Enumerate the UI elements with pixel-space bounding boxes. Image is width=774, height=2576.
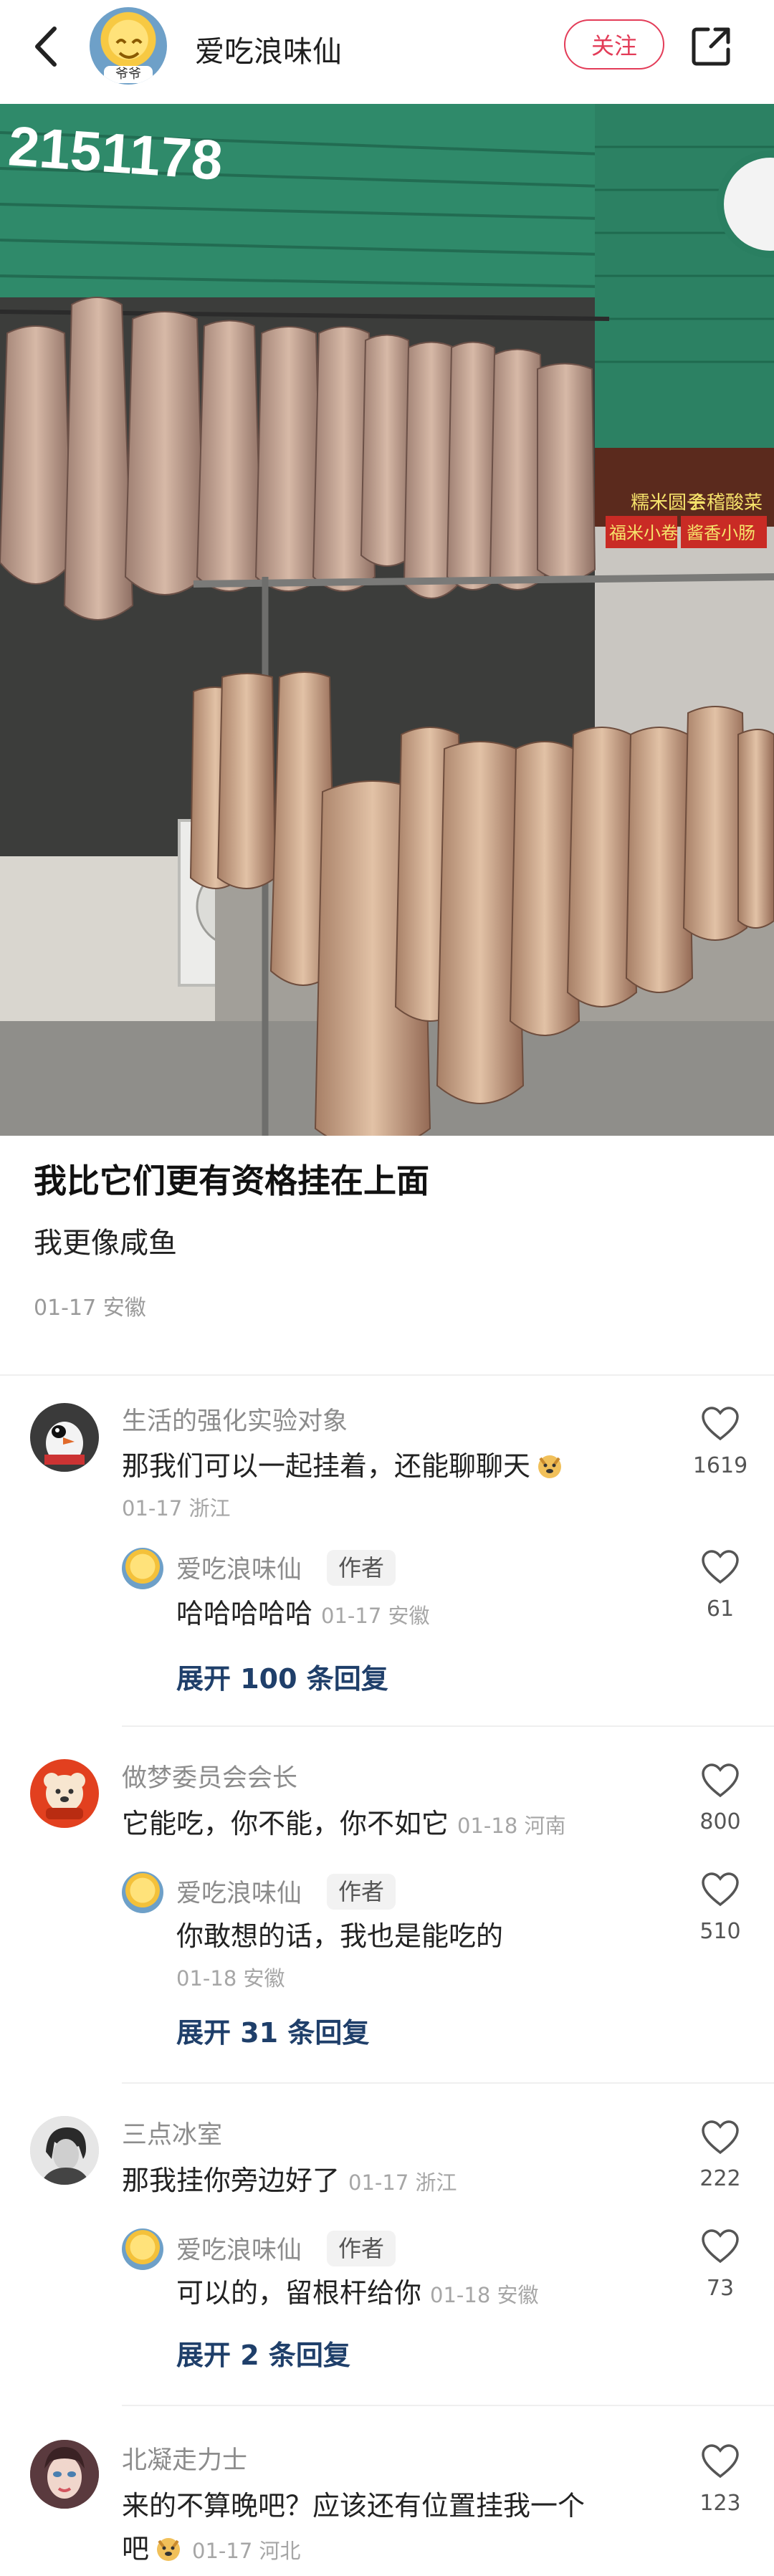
reply-avatar[interactable]: [122, 1548, 163, 1589]
reply-like-count: 73: [706, 2276, 735, 2301]
author-tag: 作者: [327, 1874, 396, 1910]
reply-like-button[interactable]: [701, 1549, 740, 1585]
portrait-avatar-icon: [30, 2440, 99, 2509]
like-count: 1619: [692, 1453, 748, 1478]
reply-like-count: 61: [706, 1596, 735, 1622]
reply-meta: 01-18 安徽: [176, 1966, 285, 1991]
reply-nickname[interactable]: 爱吃浪味仙: [176, 1549, 302, 1586]
author-name[interactable]: 爱吃浪味仙: [195, 27, 342, 70]
reply-text: 可以的，留根杆给你 01-18 安徽: [176, 2271, 539, 2317]
post-title: 我比它们更有资格挂在上面: [34, 1162, 429, 1200]
chevron-left-icon: [35, 27, 57, 67]
comment-meta: 01-18 河南: [457, 1814, 566, 1838]
comment-text-line1: 来的不算晚吧？应该还有位置挂我一个: [122, 2490, 586, 2522]
heart-icon: [702, 1550, 739, 1584]
comment-body: 那我挂你旁边好了: [122, 2165, 340, 2196]
like-button[interactable]: [701, 2120, 740, 2155]
reply-meta-line: 01-18 安徽: [168, 1955, 285, 2000]
heart-icon: [702, 1763, 739, 1798]
heart-icon: [702, 2444, 739, 2479]
reply-body: 可以的，留根杆给你: [176, 2277, 422, 2309]
comment-avatar[interactable]: [30, 1759, 99, 1828]
author-avatar[interactable]: 爷爷: [90, 7, 167, 85]
share-icon: [692, 27, 730, 66]
post-body: 我更像咸鱼: [34, 1227, 177, 1260]
comment-avatar[interactable]: [30, 2116, 99, 2185]
reply-body: 哈哈哈哈哈: [176, 1598, 313, 1629]
reply-meta: 01-18 安徽: [430, 2283, 539, 2307]
reply-avatar[interactable]: [122, 2228, 163, 2270]
comment-avatar[interactable]: [30, 1403, 99, 1472]
like-count: 800: [699, 1809, 741, 1834]
comment-nickname[interactable]: 做梦委员会会长: [122, 1758, 297, 1794]
divider: [0, 1374, 774, 1376]
doge-emoji-icon: [157, 2538, 181, 2561]
heart-icon: [702, 1872, 739, 1907]
hanging-fish-photo: 2151178 糯米圆子 会稽酸菜 福米小卷 酱香小肠: [0, 104, 774, 1136]
comment-divider: [122, 2405, 774, 2406]
bear-avatar-icon: [44, 1773, 85, 1819]
like-count: 222: [699, 2166, 741, 2191]
comment-divider: [122, 1725, 774, 1727]
comment-divider: [122, 2082, 774, 2084]
reply-meta: 01-17 安徽: [321, 1604, 430, 1628]
reply-like-button[interactable]: [701, 1872, 740, 1907]
comment-text: 它能吃，你不能，你不如它 01-18 河南: [122, 1802, 566, 1847]
reply-text: 哈哈哈哈哈 01-17 安徽: [176, 1592, 430, 1637]
like-button[interactable]: [701, 2443, 740, 2479]
back-button[interactable]: [27, 21, 70, 72]
comment-meta: 01-17 浙江: [348, 2170, 457, 2195]
share-button[interactable]: [689, 24, 734, 68]
heart-icon: [702, 2120, 739, 2155]
expand-replies-button[interactable]: 展开 31 条回复: [176, 2011, 369, 2050]
comment-text: 那我挂你旁边好了 01-17 浙江: [122, 2159, 457, 2204]
like-button[interactable]: [701, 1406, 740, 1442]
author-tag: 作者: [327, 1550, 396, 1586]
post-meta: 01-17 安徽: [34, 1296, 146, 1321]
doge-emoji-icon: [538, 1455, 562, 1478]
comment-body: 那我们可以一起挂着，还能聊聊天: [122, 1450, 531, 1482]
top-bar: 爷爷 爱吃浪味仙 关注: [0, 0, 774, 97]
heart-icon: [702, 1407, 739, 1441]
comment-text: 那我们可以一起挂着，还能聊聊天: [122, 1445, 565, 1488]
heart-icon: [702, 2229, 739, 2264]
shop-sign-2: 会稽酸菜: [688, 492, 763, 514]
reply-nickname[interactable]: 爱吃浪味仙: [176, 2230, 302, 2266]
expand-replies-button[interactable]: 展开 2 条回复: [176, 2333, 350, 2372]
comment-text-line2: 吧 01-17 河北: [122, 2527, 301, 2572]
penguin-avatar-icon: [44, 1422, 85, 1465]
like-button[interactable]: [701, 1763, 740, 1799]
reply-nickname[interactable]: 爱吃浪味仙: [176, 1873, 302, 1910]
comment-meta: 01-17 浙江: [122, 1496, 231, 1521]
comment-body: 它能吃，你不能，你不如它: [122, 1808, 449, 1839]
avatar-tag: 爷爷: [104, 66, 153, 83]
follow-button[interactable]: 关注: [564, 19, 664, 70]
author-tag: 作者: [327, 2231, 396, 2266]
reply-like-button[interactable]: [701, 2228, 740, 2264]
shop-sign-4: 酱香小肠: [687, 523, 755, 543]
comment-avatar[interactable]: [30, 2440, 99, 2509]
comment-body-end: 吧: [122, 2533, 150, 2565]
like-count: 123: [699, 2491, 741, 2516]
comment-nickname[interactable]: 北凝走力士: [122, 2440, 247, 2476]
reply-avatar[interactable]: [122, 1872, 163, 1913]
comment-meta: 01-17 河北: [192, 2539, 301, 2563]
reply-like-count: 510: [699, 1919, 741, 1944]
comment-nickname[interactable]: 生活的强化实验对象: [122, 1401, 348, 1437]
expand-replies-button[interactable]: 展开 100 条回复: [176, 1657, 388, 1696]
reply-text: 你敢想的话，我也是能吃的: [176, 1920, 504, 1952]
post-photo[interactable]: 2151178 糯米圆子 会稽酸菜 福米小卷 酱香小肠: [0, 104, 774, 1136]
person-avatar-icon: [30, 2116, 99, 2185]
shop-sign-3: 福米小卷: [609, 523, 678, 543]
comment-nickname[interactable]: 三点冰室: [122, 2115, 222, 2151]
